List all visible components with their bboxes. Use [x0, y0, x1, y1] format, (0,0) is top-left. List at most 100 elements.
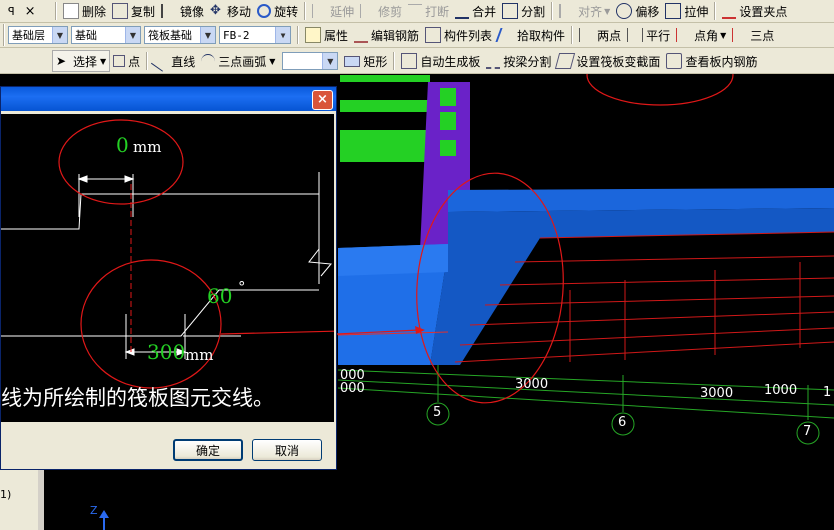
two-point-icon: [579, 28, 594, 42]
raft-block-top: [338, 244, 448, 276]
point-icon: [113, 55, 126, 67]
offset-icon: [616, 3, 633, 19]
raft-section-dialog: × 0 mm 60 ° 300 mm 线为所绘制的筏板图元交线。 确定 取消: [0, 86, 337, 470]
ok-button[interactable]: 确定: [173, 439, 243, 461]
component-select[interactable]: FB-2 ▼: [219, 26, 291, 44]
component-list-icon: [425, 27, 442, 43]
axis-label: 5: [433, 405, 442, 420]
chevron-down-icon: ▼: [200, 27, 215, 43]
break-button[interactable]: 打断: [405, 1, 452, 21]
dialog-close-button[interactable]: ×: [312, 90, 333, 110]
dimension-text: 1: [823, 385, 832, 400]
extend-button[interactable]: 延伸: [309, 1, 357, 21]
delete-icon: [63, 3, 79, 19]
align-icon: [559, 4, 575, 18]
stretch-button[interactable]: 拉伸: [662, 1, 711, 21]
mirror-icon: [161, 4, 177, 18]
component-toolbar: 基础层 ▼ 基础 ▼ 筏板基础 ▼ FB-2 ▼ 属性 编辑钢筋 构件列表 拾取构件 两…: [0, 23, 834, 48]
category-select[interactable]: 基础 ▼: [71, 26, 141, 44]
raft-top: [448, 188, 834, 212]
raft-profile-lower: [1, 289, 319, 337]
point-button[interactable]: 点: [110, 51, 143, 71]
break-icon: [408, 3, 423, 19]
chevron-down-icon: ▼: [275, 27, 290, 43]
axis-label: 7: [803, 424, 812, 439]
align-button[interactable]: 对齐 ▼: [556, 1, 613, 21]
section-diagram: 0 mm 60 ° 300 mm 线为所绘制的筏板图元交线。: [1, 114, 334, 422]
floor-select[interactable]: 基础层 ▼: [8, 26, 68, 44]
raft-profile-upper: [1, 193, 319, 230]
component-list-button[interactable]: 构件列表: [422, 25, 495, 45]
edit-toolbar: ꟼ × 删除 复制 镜像 ✥ 移动 旋转 延伸 修剪 打断 合并 分割 对齐 ▼ 偏…: [0, 0, 834, 23]
width-value: 300: [147, 340, 186, 364]
parallel-button[interactable]: 平行: [624, 25, 673, 45]
extend-icon: [312, 4, 327, 18]
arc-button[interactable]: 三点画弧 ▼: [198, 51, 278, 71]
arc-icon: [201, 53, 216, 69]
pick-component-button[interactable]: 拾取构件: [495, 25, 568, 45]
chevron-down-icon: ▼: [125, 27, 140, 43]
angle-value: 60: [207, 284, 233, 308]
properties-button[interactable]: 属性: [302, 25, 351, 45]
set-grip-button[interactable]: 设置夹点: [719, 1, 790, 21]
dialog-titlebar[interactable]: ×: [1, 87, 336, 111]
line-icon: [151, 50, 172, 72]
raft-section-icon: [555, 53, 576, 69]
raft-slope: [430, 208, 834, 365]
annotation-ellipse: [80, 259, 222, 389]
dimension-text: 1000: [764, 383, 798, 398]
pin-icon[interactable]: ꟼ: [8, 5, 15, 18]
copy-button[interactable]: 复制: [109, 1, 158, 21]
draw-mode-select[interactable]: ▼: [282, 52, 339, 70]
point-angle-button[interactable]: 点角 ▼: [673, 25, 729, 45]
chevron-down-icon: ▼: [52, 27, 67, 43]
trim-icon: [360, 4, 375, 18]
view-rebar-icon: [666, 53, 683, 69]
offset-value: 0: [116, 133, 129, 157]
offset-button[interactable]: 偏移: [613, 1, 662, 21]
properties-icon: [305, 27, 321, 43]
green-beam: [440, 112, 456, 130]
dimension-text: 000: [340, 381, 365, 396]
annotation-arrow: [337, 326, 425, 335]
parallel-icon: [627, 28, 644, 42]
auto-slab-button[interactable]: 自动生成板: [398, 51, 483, 71]
chevron-down-icon: ▼: [322, 53, 338, 69]
mirror-button[interactable]: 镜像: [158, 1, 207, 21]
type-select[interactable]: 筏板基础 ▼: [144, 26, 216, 44]
axis-label: 6: [618, 415, 627, 430]
three-point-button[interactable]: 三点: [729, 25, 777, 45]
rotate-icon: [257, 4, 272, 18]
angle-unit: °: [238, 278, 246, 296]
auto-slab-icon: [401, 53, 418, 69]
split-icon: [502, 3, 519, 19]
point-angle-icon: [676, 28, 691, 42]
merge-button[interactable]: 合并: [452, 1, 499, 21]
line-button[interactable]: 直线: [151, 50, 198, 72]
green-beam: [340, 100, 430, 112]
select-button[interactable]: ➤ 选择 ▼: [52, 50, 111, 72]
green-beam: [440, 140, 456, 156]
split-by-beam-button[interactable]: 按梁分割: [483, 51, 554, 71]
cursor-icon: ➤: [56, 54, 67, 68]
edit-rebar-button[interactable]: 编辑钢筋: [351, 25, 422, 45]
trim-button[interactable]: 修剪: [357, 1, 405, 21]
width-unit: mm: [185, 346, 214, 364]
pick-component-icon: [495, 28, 517, 42]
cancel-button[interactable]: 取消: [252, 439, 322, 461]
green-beam: [440, 88, 456, 106]
raft-section-button[interactable]: 设置筏板变截面: [554, 51, 663, 71]
delete-button[interactable]: 删除: [60, 1, 109, 21]
split-button[interactable]: 分割: [499, 1, 548, 21]
stretch-icon: [665, 3, 682, 19]
dimension-text: 3000: [515, 377, 549, 392]
dialog-caption: 线为所绘制的筏板图元交线。: [1, 386, 274, 410]
panel-close-icon[interactable]: ×: [25, 4, 36, 19]
move-button[interactable]: ✥ 移动: [207, 1, 254, 21]
copy-icon: [112, 3, 129, 19]
view-rebar-button[interactable]: 查看板内钢筋: [663, 51, 760, 71]
left-panel-text: 1): [0, 488, 12, 501]
two-point-button[interactable]: 两点: [576, 25, 624, 45]
rotate-button[interactable]: 旋转: [254, 1, 301, 21]
rectangle-button[interactable]: 矩形: [341, 51, 390, 71]
